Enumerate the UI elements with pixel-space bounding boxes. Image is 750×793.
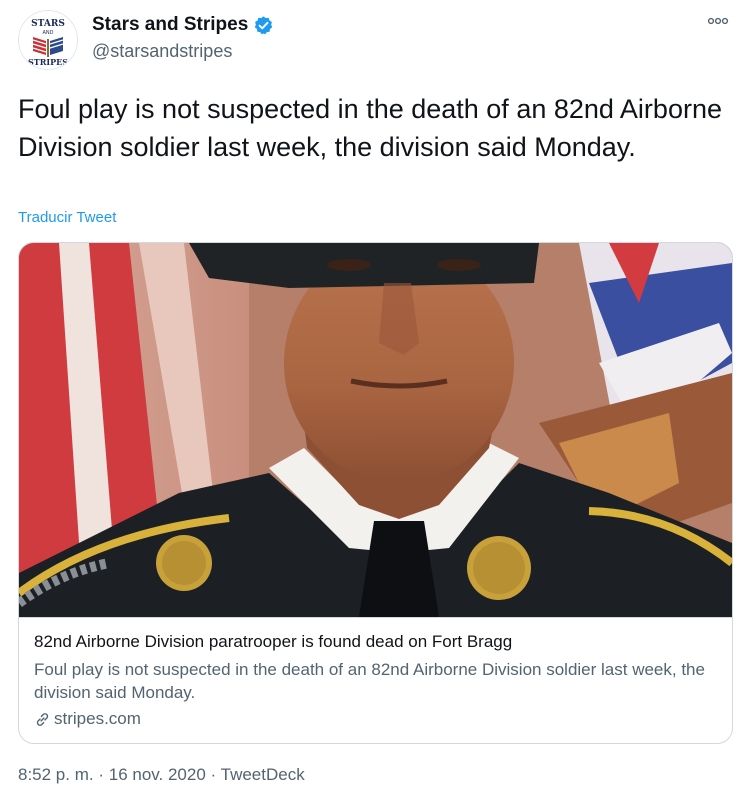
card-description: Foul play is not suspected in the death … [34, 660, 705, 702]
card-domain-row[interactable]: stripes.com [34, 709, 141, 729]
avatar[interactable]: STARS AND STRIPES [18, 10, 78, 70]
display-name[interactable]: Stars and Stripes [92, 14, 248, 36]
tweet-time[interactable]: 8:52 p. m. [18, 765, 94, 784]
name-row: Stars and Stripes [92, 14, 274, 36]
tweet-meta: 8:52 p. m. · 16 nov. 2020 · TweetDeck [18, 765, 305, 785]
verified-badge-icon [253, 15, 274, 36]
meta-separator-2: · [210, 765, 217, 784]
link-card[interactable]: 82nd Airborne Division paratrooper is fo… [18, 242, 733, 744]
svg-text:AND: AND [42, 30, 53, 36]
tweet: STARS AND STRIPES Stars and Stripes @sta… [0, 0, 750, 793]
meta-separator: · [98, 765, 105, 784]
card-title[interactable]: 82nd Airborne Division paratrooper is fo… [34, 632, 512, 652]
handle[interactable]: @starsandstripes [92, 41, 232, 62]
svg-text:STRIPES: STRIPES [28, 57, 68, 67]
stars-and-stripes-logo: STARS AND STRIPES [19, 11, 77, 69]
more-options-icon[interactable] [706, 14, 730, 28]
card-image[interactable] [19, 243, 732, 618]
svg-text:STARS: STARS [31, 19, 65, 29]
tweet-date[interactable]: 16 nov. 2020 [109, 765, 206, 784]
translate-tweet-link[interactable]: Traducir Tweet [18, 209, 116, 226]
tweet-text: Foul play is not suspected in the death … [18, 94, 722, 162]
link-icon [34, 711, 51, 728]
tweet-source[interactable]: TweetDeck [221, 765, 305, 784]
card-domain: stripes.com [54, 709, 141, 728]
